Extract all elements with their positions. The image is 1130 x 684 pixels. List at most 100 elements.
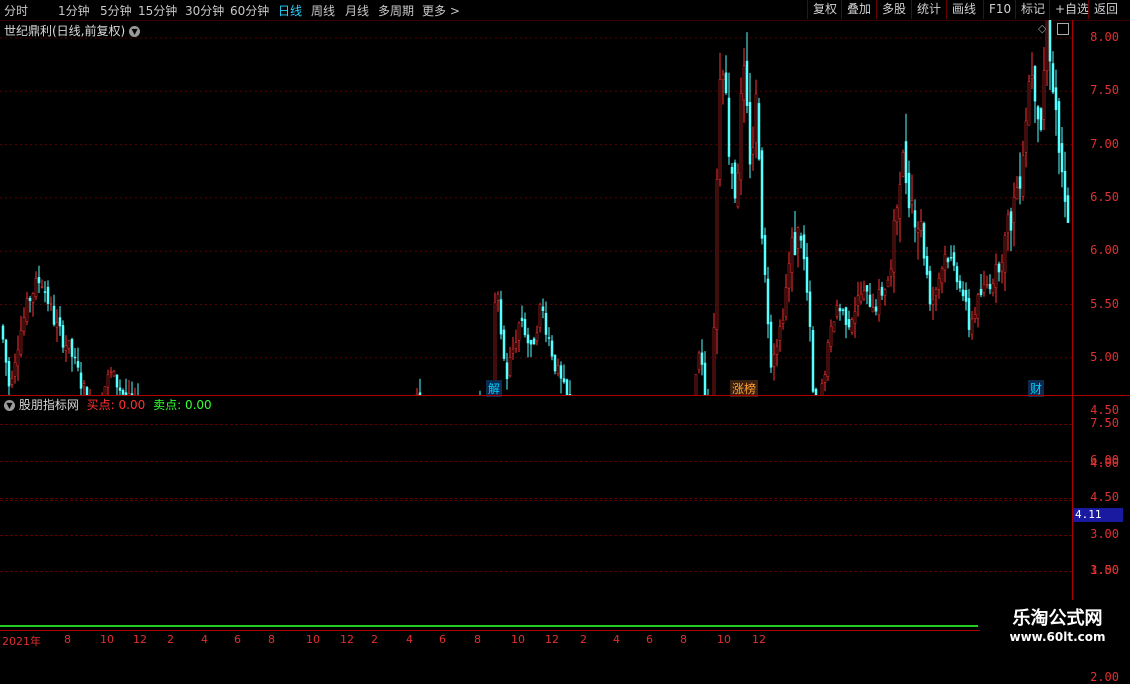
candle-body [955, 266, 959, 283]
period-tab-5min[interactable]: 5分钟 [100, 2, 132, 19]
f10-button[interactable]: F10 [983, 0, 1016, 19]
candle-body [769, 321, 773, 368]
candle-body [850, 319, 854, 333]
candle-body [499, 299, 503, 335]
indicator-axis: 7.50 6.00 4.50 3.00 1.50 [1072, 396, 1130, 600]
candle-body [856, 295, 860, 307]
price-tick-label: 7.00 [1090, 136, 1119, 151]
date-tick-label: 12 [340, 633, 354, 646]
period-tab-multi[interactable]: 多周期 [378, 2, 414, 19]
candle-body [763, 235, 767, 275]
period-tab-minute-line[interactable]: 分时 [4, 2, 28, 19]
candle-body [1027, 81, 1031, 126]
candle-body [106, 374, 110, 388]
candle-body [502, 329, 506, 359]
candle-body [991, 283, 995, 294]
period-tab-1min[interactable]: 1分钟 [58, 2, 90, 19]
back-button[interactable]: 返回 [1088, 0, 1123, 19]
date-tick-label: 6 [234, 633, 241, 646]
candle-body [1063, 170, 1067, 202]
candle-body [952, 252, 956, 266]
candle-body [61, 325, 65, 348]
candle-body [877, 289, 881, 316]
chevron-right-icon: > [449, 4, 460, 18]
candle-body [70, 338, 74, 357]
candle-body [742, 65, 746, 101]
candle-body [565, 379, 569, 395]
candle-body [790, 237, 794, 274]
candle-body [988, 283, 992, 290]
candle-body [121, 389, 125, 395]
date-tick-label: 2 [371, 633, 378, 646]
statistics-button[interactable]: 统计 [911, 0, 946, 19]
candle-body [520, 317, 524, 321]
candle-body [931, 299, 935, 305]
period-tab-more[interactable]: 更多 > [422, 2, 460, 19]
candle-body [1030, 75, 1034, 79]
candle-body [889, 268, 893, 277]
period-tab-15min[interactable]: 15分钟 [138, 2, 177, 19]
gridline [0, 534, 1072, 536]
candle-body [1036, 106, 1040, 120]
candle-body [40, 286, 44, 288]
restore-rights-button[interactable]: 复权 [807, 0, 842, 19]
period-tab-30min[interactable]: 30分钟 [185, 2, 224, 19]
candle-body [544, 313, 548, 335]
candle-body [694, 374, 698, 395]
multi-stock-button[interactable]: 多股 [876, 0, 911, 19]
candle-body [751, 147, 755, 155]
draw-line-button[interactable]: 画线 [946, 0, 981, 19]
candle-body [697, 352, 701, 371]
indicator-panel[interactable] [0, 396, 1072, 600]
price-tick-label: 5.50 [1090, 296, 1119, 311]
candle-body [880, 286, 884, 296]
candle-body [25, 298, 29, 322]
candle-body [1006, 214, 1010, 234]
candle-body [1009, 211, 1013, 231]
candle-body [541, 306, 545, 311]
indicator-tick-label: 1.50 [1090, 563, 1119, 578]
candle-body [493, 302, 497, 392]
mark-button[interactable]: 标记 [1015, 0, 1050, 19]
watermark: 乐淘公式网 www.60lt.com [985, 604, 1130, 650]
candle-body [910, 200, 914, 205]
candle-body [904, 141, 908, 184]
candle-body [967, 298, 971, 330]
candle-body [532, 338, 536, 345]
date-tick-label: 2021年 [2, 635, 41, 648]
candle-body [838, 308, 842, 312]
candle-body [913, 210, 917, 228]
date-tick-label: 12 [545, 633, 559, 646]
candle-body [862, 290, 866, 300]
candle-body [772, 353, 776, 367]
candle-body [1066, 195, 1070, 223]
candle-body [949, 256, 953, 259]
price-tick-label: 6.00 [1090, 243, 1119, 258]
candle-body [43, 291, 47, 293]
period-tab-daily[interactable]: 日线 [278, 2, 302, 19]
candle-body [775, 345, 779, 355]
candle-body [940, 268, 944, 284]
price-axis: 8.007.507.006.506.005.505.004.504.003.50… [1072, 20, 1130, 684]
gridline [0, 460, 1072, 462]
date-tick-label: 8 [474, 633, 481, 646]
candle-body [1, 325, 5, 340]
period-tab-60min[interactable]: 60分钟 [230, 2, 269, 19]
candle-body [799, 235, 803, 241]
candle-body [901, 152, 905, 177]
candle-body [787, 263, 791, 289]
candlestick-chart[interactable]: 8.312.06 [0, 20, 1072, 395]
candle-body [793, 232, 797, 256]
candle-body [1021, 155, 1025, 197]
candle-body [721, 74, 725, 81]
candle-body [796, 227, 800, 249]
candle-body [892, 220, 896, 273]
period-tab-weekly[interactable]: 周线 [311, 2, 335, 19]
date-tick-label: 2 [167, 633, 174, 646]
overlay-button[interactable]: 叠加 [841, 0, 876, 19]
candle-body [820, 383, 824, 395]
candle-body [715, 179, 719, 330]
candle-body [958, 280, 962, 289]
candle-body [1003, 235, 1007, 273]
period-tab-monthly[interactable]: 月线 [345, 2, 369, 19]
